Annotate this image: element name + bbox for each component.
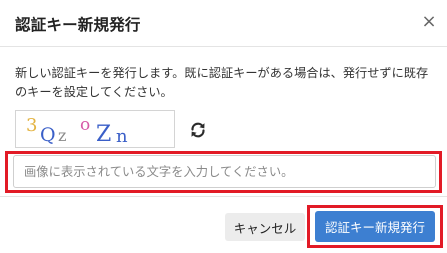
captcha-char: 3: [26, 115, 37, 136]
cancel-button[interactable]: キャンセル: [225, 213, 305, 241]
issue-auth-key-button[interactable]: 認証キー新規発行: [315, 211, 435, 242]
refresh-icon-graphic: [191, 122, 205, 138]
captcha-char: n: [116, 126, 128, 147]
captcha-char: Q: [40, 124, 56, 146]
auth-key-dialog: 認証キー新規発行 × 新しい認証キーを発行します。既に認証キーがある場合は、発行…: [0, 0, 447, 253]
captcha-char: z: [58, 126, 66, 145]
dialog-description: 新しい認証キーを発行します。既に認証キーがある場合は、発行せずに既存のキーを設定…: [15, 66, 429, 99]
refresh-icon[interactable]: [189, 121, 207, 139]
captcha-image: 3 Q z o Z n: [15, 110, 175, 148]
captcha-row: 3 Q z o Z n: [15, 110, 215, 150]
captcha-input[interactable]: [13, 155, 436, 188]
dialog-header: 認証キー新規発行 ×: [0, 0, 447, 47]
captcha-char: Z: [96, 122, 111, 147]
captcha-graphic: 3 Q z o Z n: [26, 115, 128, 147]
captcha-char: o: [80, 115, 90, 135]
dialog-title: 認証キー新規発行: [15, 16, 141, 34]
close-icon[interactable]: ×: [420, 12, 438, 32]
